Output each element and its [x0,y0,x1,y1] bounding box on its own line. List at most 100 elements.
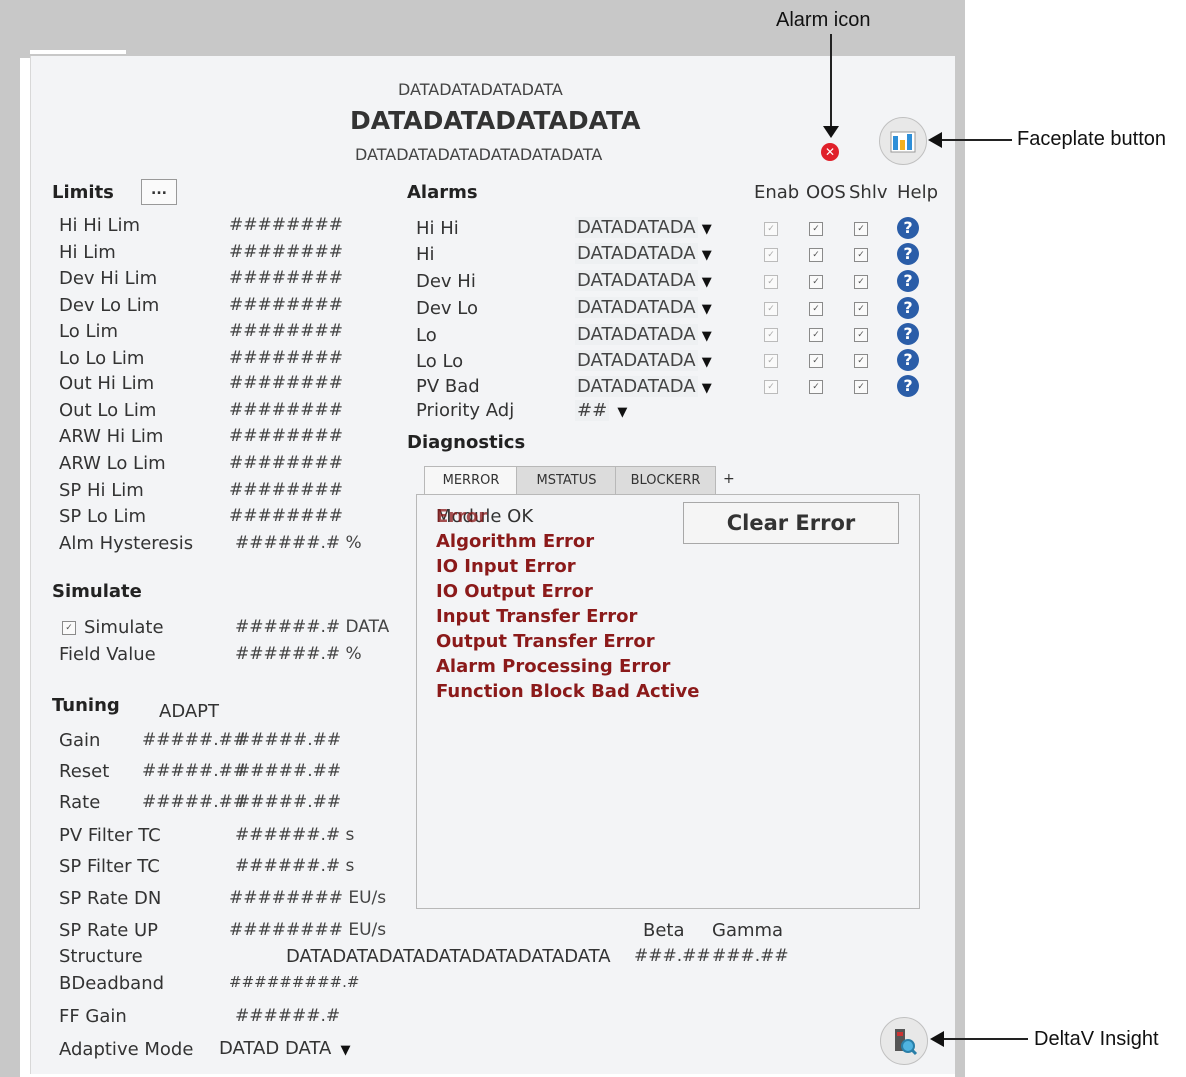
limit-value[interactable]: ######## [229,268,343,288]
limit-value[interactable]: ######## [229,453,343,473]
sp-filter-value[interactable]: ######.# s [235,856,354,876]
shlv-checkbox[interactable]: ✓ [854,275,868,289]
alarm-priority-dropdown[interactable]: DATADATADA ▼ [575,297,712,318]
simulate-checkbox[interactable]: ✓ [62,621,76,635]
pv-filter-label: PV Filter TC [59,825,161,846]
help-question-icon[interactable]: ? [897,243,919,265]
alarm-error-icon[interactable]: ✕ [821,143,839,161]
limit-value[interactable]: ######## [229,348,343,368]
limit-value[interactable]: ######## [229,400,343,420]
structure-value[interactable]: DATADATADATADATADATADATADATA [286,946,611,967]
enab-checkbox[interactable]: ✓ [764,354,778,368]
limit-label: Out Lo Lim [59,400,157,421]
adaptive-mode-value: DATAD DATA [219,1038,332,1059]
help-question-icon[interactable]: ? [897,217,919,239]
limit-value[interactable]: ######## [229,295,343,315]
rate-value-1[interactable]: #####.## [142,792,247,812]
pv-filter-value[interactable]: ######.# s [235,825,354,845]
alarm-label: Hi [416,244,435,265]
diag-error-item: Algorithm Error [436,531,595,552]
alarm-priority-dropdown[interactable]: DATADATADA ▼ [575,350,712,371]
alarm-priority-dropdown[interactable]: DATADATADA ▼ [575,243,712,264]
help-question-icon[interactable]: ? [897,375,919,397]
limit-value[interactable]: ######.# % [235,533,362,553]
alarm-priority-dropdown[interactable]: DATADATADA ▼ [575,324,712,345]
oos-checkbox[interactable]: ✓ [809,275,823,289]
limit-value[interactable]: ######## [229,506,343,526]
shlv-checkbox[interactable]: ✓ [854,354,868,368]
oos-checkbox[interactable]: ✓ [809,222,823,236]
enab-checkbox[interactable]: ✓ [764,275,778,289]
faceplate-button[interactable] [879,117,927,165]
tab-merror[interactable]: MERROR [424,466,518,495]
sp-rate-up-label: SP Rate UP [59,920,159,941]
reset-value-2[interactable]: #####.## [236,761,341,781]
deadband-label: BDeadband [59,973,165,994]
alarm-priority-dropdown[interactable]: DATADATADA ▼ [575,217,712,238]
beta-value[interactable]: ###.## [634,946,711,966]
simulate-value[interactable]: ######.# DATA [235,617,389,637]
clear-error-button[interactable]: Clear Error [683,502,899,544]
oos-checkbox[interactable]: ✓ [809,328,823,342]
sp-rate-dn-value[interactable]: ######## EU/s [229,888,386,908]
annotation-alarm-icon: Alarm icon [776,9,871,31]
help-question-icon[interactable]: ? [897,349,919,371]
rate-value-2[interactable]: #####.## [236,792,341,812]
alarm-priority-dropdown[interactable]: DATADATADA ▼ [575,376,712,397]
oos-checkbox[interactable]: ✓ [809,354,823,368]
limit-label: Hi Hi Lim [59,215,141,236]
limit-value[interactable]: ######## [229,215,343,235]
alarm-priority-value: DATADATADA [575,270,698,291]
ff-gain-value[interactable]: ######.# [235,1006,340,1026]
deltav-insight-button[interactable] [880,1017,928,1065]
oos-checkbox[interactable]: ✓ [809,248,823,262]
enab-checkbox[interactable]: ✓ [764,380,778,394]
limit-value[interactable]: ######## [229,321,343,341]
diag-error-item: Output Transfer Error [436,631,655,652]
diag-error-item: IO Input Error [436,556,576,577]
help-question-icon[interactable]: ? [897,270,919,292]
adaptive-mode-dropdown[interactable]: DATAD DATA ▼ [219,1038,351,1059]
alarm-priority-value: DATADATADA [575,217,698,238]
reset-value-1[interactable]: #####.## [142,761,247,781]
tab-mstatus[interactable]: MSTATUS [516,466,617,495]
limit-value[interactable]: ######## [229,242,343,262]
tab-add[interactable]: + [723,471,735,487]
gamma-value[interactable]: ###.## [712,946,789,966]
deadband-value[interactable]: #########.# [229,973,359,991]
limit-label: SP Hi Lim [59,480,144,501]
field-value[interactable]: ######.# % [235,644,362,664]
limit-value[interactable]: ######## [229,426,343,446]
help-question-icon[interactable]: ? [897,323,919,345]
oos-checkbox[interactable]: ✓ [809,380,823,394]
chevron-down-icon: ▼ [697,222,712,237]
annotation-deltav-insight: DeltaV Insight [1034,1028,1159,1050]
limit-value[interactable]: ######## [229,480,343,500]
gain-value-2[interactable]: #####.## [236,730,341,750]
col-oos: OOS [806,182,846,203]
enab-checkbox[interactable]: ✓ [764,328,778,342]
enab-checkbox[interactable]: ✓ [764,222,778,236]
shlv-checkbox[interactable]: ✓ [854,380,868,394]
sp-filter-label: SP Filter TC [59,856,160,877]
simulate-label: Simulate [84,617,164,638]
chevron-down-icon: ▼ [609,405,628,420]
tab-blockerr[interactable]: BLOCKERR [615,466,716,495]
limits-more-button[interactable]: ... [141,179,177,205]
limit-value[interactable]: ######## [229,373,343,393]
enab-checkbox[interactable]: ✓ [764,302,778,316]
gain-value-1[interactable]: #####.## [142,730,247,750]
help-question-icon[interactable]: ? [897,297,919,319]
limit-label: ARW Hi Lim [59,426,164,447]
shlv-checkbox[interactable]: ✓ [854,222,868,236]
shlv-checkbox[interactable]: ✓ [854,248,868,262]
shlv-checkbox[interactable]: ✓ [854,328,868,342]
alarm-label: Lo [416,325,437,346]
oos-checkbox[interactable]: ✓ [809,302,823,316]
alarm-priority-value: DATADATADA [575,324,698,345]
sp-rate-up-value[interactable]: ######## EU/s [229,920,386,940]
priority-adj-dropdown[interactable]: ## ▼ [575,400,627,421]
shlv-checkbox[interactable]: ✓ [854,302,868,316]
alarm-priority-dropdown[interactable]: DATADATADA ▼ [575,270,712,291]
enab-checkbox[interactable]: ✓ [764,248,778,262]
